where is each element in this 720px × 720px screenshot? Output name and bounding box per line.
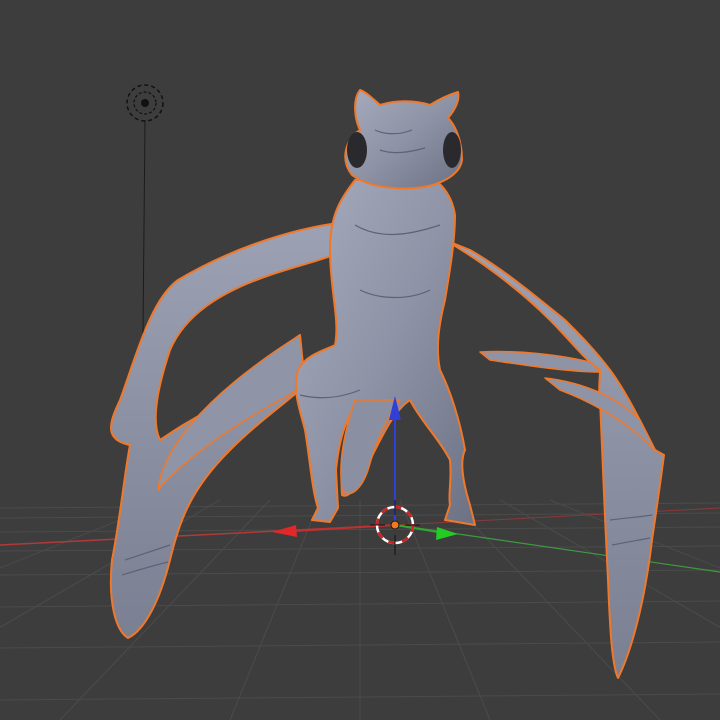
object-origin <box>390 520 400 530</box>
left-ear-shadow <box>347 132 367 168</box>
3d-viewport[interactable] <box>0 0 720 720</box>
viewport-canvas[interactable] <box>0 0 720 720</box>
right-ear-shadow <box>443 132 461 168</box>
